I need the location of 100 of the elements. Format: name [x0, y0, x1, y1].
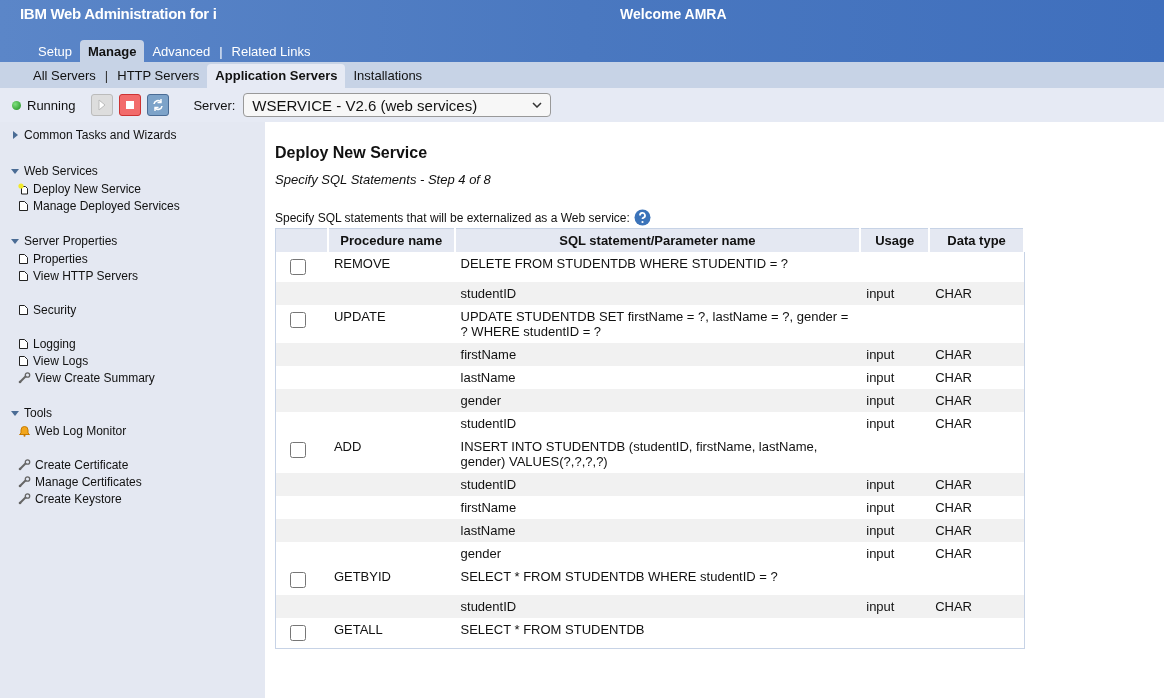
- procedure-checkbox[interactable]: [290, 572, 306, 588]
- data-type-cell: CHAR: [929, 282, 1024, 305]
- page-icon: [18, 199, 29, 212]
- refresh-button[interactable]: [147, 94, 170, 116]
- sub-tab[interactable]: HTTP Servers: [109, 64, 208, 88]
- page-icon: [18, 269, 29, 282]
- procedure-checkbox[interactable]: [290, 625, 306, 641]
- sub-tab[interactable]: Application Servers: [207, 64, 346, 88]
- section-heading[interactable]: Common Tasks and Wizards: [24, 128, 177, 142]
- usage-cell: input: [860, 343, 930, 366]
- data-type-cell: CHAR: [929, 473, 1024, 496]
- procedure-name: REMOVE: [327, 252, 455, 282]
- usage-cell: input: [860, 389, 930, 412]
- usage-cell: input: [860, 496, 930, 519]
- nav-tab[interactable]: Advanced: [144, 40, 219, 62]
- data-type-cell: CHAR: [929, 389, 1024, 412]
- sidebar-link[interactable]: View HTTP Servers: [10, 267, 265, 284]
- status-text: Running: [27, 97, 76, 113]
- wrench-icon: [18, 371, 31, 384]
- bell-icon: [18, 424, 31, 437]
- usage-cell: input: [860, 519, 930, 542]
- sparkle-page-icon: [18, 182, 29, 195]
- stop-icon: [125, 100, 136, 110]
- sql-statement: SELECT * FROM STUDENTDB: [454, 618, 861, 649]
- page-title: Deploy New Service: [275, 144, 429, 162]
- parameter-name: firstName: [454, 496, 861, 519]
- parameter-name: lastName: [454, 519, 861, 542]
- sidebar-link[interactable]: Manage Deployed Services: [10, 197, 265, 214]
- column-header: SQL statement/Parameter name: [454, 228, 861, 252]
- data-type-cell: CHAR: [929, 366, 1024, 389]
- parameter-name: gender: [454, 389, 861, 412]
- data-type-cell: CHAR: [929, 542, 1024, 565]
- sidebar-link[interactable]: Web Log Monitor: [10, 422, 265, 439]
- refresh-icon: [151, 98, 166, 112]
- parameter-name: studentID: [454, 282, 861, 305]
- procedure-checkbox[interactable]: [290, 259, 306, 275]
- column-header: Usage: [860, 228, 930, 252]
- tab-separator: |: [218, 43, 224, 59]
- play-icon: [97, 99, 108, 111]
- section-heading[interactable]: Server Properties: [24, 234, 118, 248]
- parameter-name: firstName: [454, 343, 861, 366]
- sidebar-link[interactable]: Manage Certificates: [10, 473, 265, 490]
- sidebar-link[interactable]: Security: [10, 301, 265, 318]
- column-header: Procedure name: [327, 228, 455, 252]
- data-type-cell: CHAR: [929, 343, 1024, 366]
- expanded-triangle-icon[interactable]: [10, 166, 20, 176]
- data-type-cell: CHAR: [929, 595, 1024, 618]
- parameter-name: studentID: [454, 473, 861, 496]
- server-label: Server:: [193, 97, 236, 113]
- sidebar-link[interactable]: View Create Summary: [10, 369, 265, 386]
- section-heading[interactable]: Web Services: [24, 164, 98, 178]
- sql-statement: UPDATE STUDENTDB SET firstName = ?, lastName = ?, gender = ? WHERE studentID = ?: [454, 305, 861, 343]
- section-heading[interactable]: Tools: [24, 406, 52, 420]
- sidebar-link[interactable]: Properties: [10, 250, 265, 267]
- procedure-name: GETALL: [327, 618, 455, 649]
- wrench-icon: [18, 458, 31, 471]
- nav-tab[interactable]: Setup: [30, 40, 80, 62]
- expanded-triangle-icon[interactable]: [10, 408, 20, 418]
- app-title: IBM Web Administration for i: [20, 5, 218, 22]
- sub-tab[interactable]: Installations: [345, 64, 431, 88]
- page-icon: [18, 303, 29, 316]
- sub-tab[interactable]: All Servers: [25, 64, 104, 88]
- collapsed-triangle-icon[interactable]: [10, 130, 20, 140]
- wrench-icon: [18, 492, 31, 505]
- usage-cell: input: [860, 595, 930, 618]
- parameter-name: studentID: [454, 595, 861, 618]
- sql-statement: DELETE FROM STUDENTDB WHERE STUDENTID = ?: [454, 252, 861, 282]
- sidebar-link[interactable]: Create Certificate: [10, 456, 265, 473]
- status-dot: [12, 100, 21, 110]
- data-type-cell: CHAR: [929, 412, 1024, 435]
- sidebar-link[interactable]: Logging: [10, 335, 265, 352]
- server-dropdown[interactable]: WSERVICE - V2.6 (web services): [243, 93, 552, 117]
- chevron-down-icon: [532, 102, 543, 108]
- parameter-name: lastName: [454, 366, 861, 389]
- sidebar-link[interactable]: Create Keystore: [10, 490, 265, 507]
- procedure-checkbox[interactable]: [290, 312, 306, 328]
- start-button[interactable]: [91, 94, 114, 116]
- help-icon[interactable]: [633, 209, 651, 226]
- tab-separator: |: [103, 67, 110, 83]
- stop-button[interactable]: [119, 94, 142, 116]
- step-subtitle: Specify SQL Statements - Step 4 of 8: [275, 172, 492, 187]
- page-icon: [18, 354, 29, 367]
- usage-cell: input: [860, 366, 930, 389]
- nav-tab[interactable]: Related Links: [223, 40, 319, 62]
- welcome-text: Welcome AMRA: [620, 5, 727, 22]
- instruction-text: Specify SQL statements that will be externalized as a Web service:: [275, 210, 630, 225]
- page-icon: [18, 252, 29, 265]
- sidebar-link[interactable]: View Logs: [10, 352, 265, 369]
- data-type-cell: CHAR: [929, 496, 1024, 519]
- sidebar-link[interactable]: Deploy New Service: [10, 180, 265, 197]
- wrench-icon: [18, 475, 31, 488]
- usage-cell: input: [860, 473, 930, 496]
- nav-tab[interactable]: Manage: [80, 40, 145, 62]
- procedure-name: UPDATE: [327, 305, 455, 343]
- page-icon: [18, 337, 29, 350]
- usage-cell: input: [860, 282, 930, 305]
- data-type-cell: CHAR: [929, 519, 1024, 542]
- procedure-checkbox[interactable]: [290, 442, 306, 458]
- column-header: Data type: [929, 228, 1024, 252]
- expanded-triangle-icon[interactable]: [10, 236, 20, 246]
